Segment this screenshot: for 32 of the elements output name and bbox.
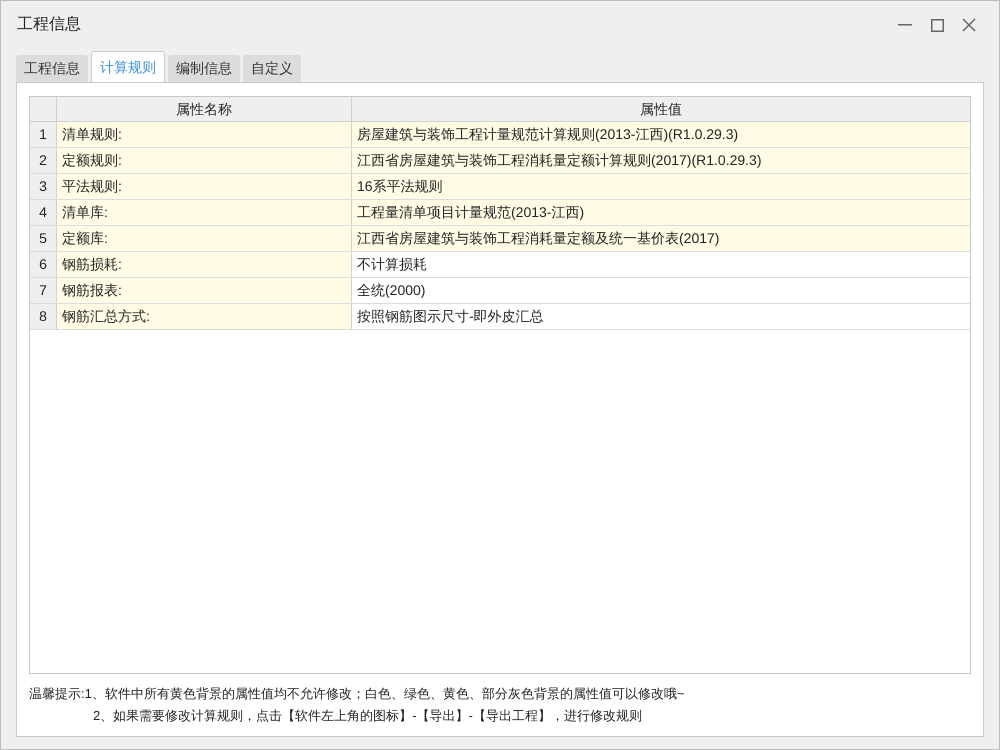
tip-text: 温馨提示:1、软件中所有黄色背景的属性值均不允许修改；白色、绿色、黄色、部分灰色背景的属性值可以修改哦~: [29, 685, 686, 703]
row-number: 1: [30, 122, 57, 147]
row-number: 3: [30, 174, 57, 199]
column-header: 属性名称: [57, 97, 352, 121]
table-cell: 江西省房屋建筑与装饰工程消耗量定额及统一基价表(2017): [352, 226, 970, 251]
table-cell: 钢筋报表:: [57, 278, 352, 303]
table-cell: 钢筋损耗:: [57, 252, 352, 277]
window-title: 工程信息: [17, 15, 81, 35]
table-cell: 定额库:: [57, 226, 352, 251]
table-cell: 平法规则:: [57, 174, 352, 199]
column-header: 属性值: [639, 100, 683, 118]
table-cell: 工程量清单项目计量规范(2013-江西): [352, 200, 970, 225]
row-number: 5: [30, 226, 57, 251]
table-cell: 16系平法规则: [352, 174, 970, 199]
tab[interactable]: 工程信息: [16, 55, 88, 82]
maximize-icon: [930, 18, 944, 32]
tab[interactable]: 编制信息: [168, 55, 240, 82]
table-cell: 清单库:: [57, 200, 352, 225]
row-number: 4: [30, 200, 57, 225]
row-number: 8: [30, 304, 57, 329]
table-cell: 钢筋汇总方式:: [57, 304, 352, 329]
row-number: 7: [30, 278, 57, 303]
table-cell: 定额规则:: [57, 148, 352, 173]
table-cell: 房屋建筑与装饰工程计量规范计算规则(2013-江西)(R1.0.29.3): [352, 122, 970, 147]
row-number: 6: [30, 252, 57, 277]
table-cell: 清单规则:: [57, 122, 352, 147]
tip-text: 2、如果需要修改计算规则，点击【软件左上角的图标】-【导出】-【导出工程】，进行修改规则: [92, 707, 643, 725]
table-cell: 江西省房屋建筑与装饰工程消耗量定额计算规则(2017)(R1.0.29.3): [352, 148, 970, 173]
row-number: 2: [30, 148, 57, 173]
minimize-icon: [898, 24, 912, 26]
tab[interactable]: 自定义: [243, 55, 301, 82]
close-icon: [962, 18, 976, 32]
